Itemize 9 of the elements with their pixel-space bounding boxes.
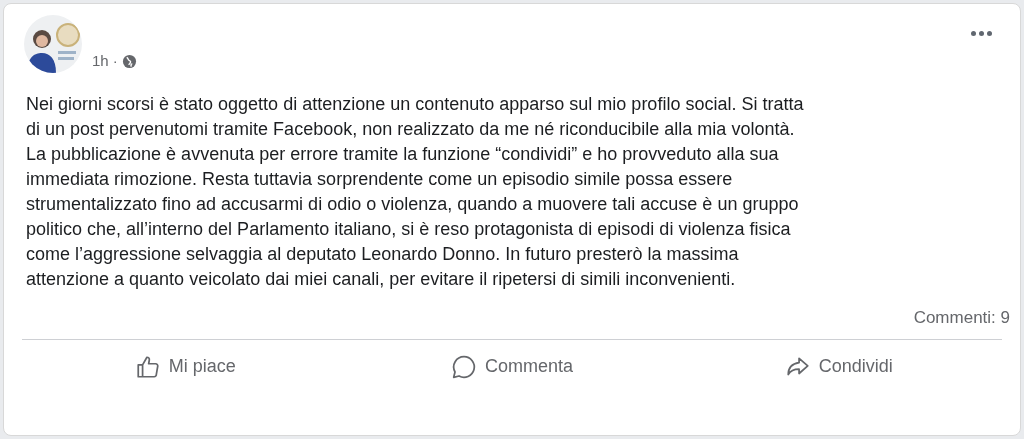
share-button[interactable]: Condividi [675, 345, 1002, 388]
comment-button[interactable]: Commenta [348, 345, 676, 388]
post-text: Nei giorni scorsi è stato oggetto di attenzione un contenuto apparso sul mio profilo social. Si tratta di un post pervenutomi tramite Facebook, non realizzato da me né riconducibile alla mia volontà. La pubblicazione è avvenuta per errore tramite la funzione “condividi” e ho provveduto alla sua immediata rimozione. Resta tuttavia sorprendente come un episodio simile possa essere strumentalizzato fino ad accusarmi di odio o violenza, quando a muovere tali accuse è un gruppo politico che, all’interno del Parlamento italiano, si è reso protagonista di episodi di violenza fisica come l’aggressione selvaggia al deputato Leonardo Donno. In futuro presterò la massima attenzione a quanto veicolato dai miei canali, per evitare il ripetersi di simili inconvenienti. [26, 93, 805, 291]
like-button[interactable]: Mi piace [22, 345, 349, 388]
comment-count[interactable]: Commenti: 9 [913, 305, 1010, 331]
speech-bubble-icon [451, 353, 477, 380]
thumbs-up-icon [134, 353, 161, 380]
globe-icon [121, 53, 137, 69]
post-time: 1h · [92, 51, 118, 71]
